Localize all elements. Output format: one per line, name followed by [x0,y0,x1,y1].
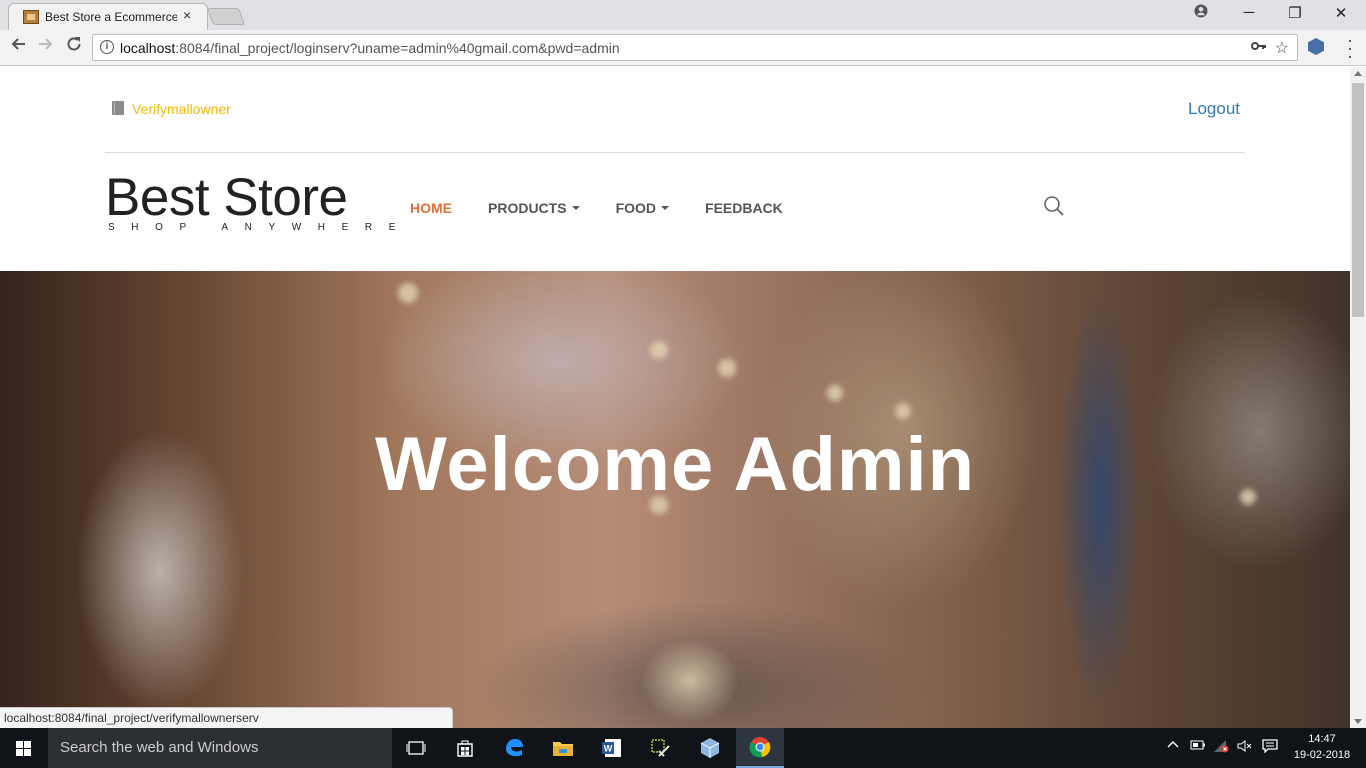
nav-products-label: PRODUCTS [488,200,567,216]
browser-toolbar: i localhost:8084/final_project/loginserv… [0,30,1366,66]
scroll-thumb[interactable] [1352,83,1364,317]
site-favicon-icon [23,10,39,24]
tab-title: Best Store a Ecommerce [45,10,177,24]
browser-tab[interactable]: Best Store a Ecommerce × [8,3,208,30]
link-status-bar: localhost:8084/final_project/verifymallo… [0,707,453,728]
windows-logo-icon [16,749,23,756]
reload-icon[interactable] [62,36,86,57]
action-center-icon[interactable] [1262,739,1278,756]
clock-time: 14:47 [1308,733,1336,745]
virtualbox-icon[interactable] [686,728,734,768]
logout-link[interactable]: Logout [1188,99,1240,119]
taskbar-search-placeholder: Search the web and Windows [60,739,259,756]
nav-home[interactable]: HOME [410,200,452,216]
book-icon [112,101,124,115]
taskbar-search[interactable]: Search the web and Windows [48,728,392,768]
extension-icon[interactable] [1308,38,1324,55]
volume-muted-icon[interactable] [1237,739,1253,756]
menu-kebab-icon[interactable]: · · · [1340,31,1360,65]
tab-close-icon[interactable]: × [183,7,191,23]
close-window-button[interactable]: ✕ [1326,4,1356,22]
word-icon[interactable]: W [588,728,636,768]
hero-banner: Welcome Admin [0,271,1350,728]
windows-logo-icon [16,741,23,748]
battery-icon[interactable] [1190,739,1206,754]
chrome-icon[interactable] [736,728,784,768]
task-view-icon[interactable] [392,728,440,768]
top-bar: Verifymallowner Logout [105,67,1245,153]
tools-app-icon[interactable] [637,728,685,768]
edge-browser-icon[interactable] [490,728,538,768]
nav-feedback[interactable]: FEEDBACK [705,200,783,216]
profile-icon[interactable] [1186,4,1216,22]
caret-down-icon [661,206,670,210]
svg-text:W: W [604,744,613,754]
address-bar[interactable]: i localhost:8084/final_project/loginserv… [92,34,1298,61]
bookmark-star-icon[interactable]: ☆ [1275,38,1289,58]
nav-products[interactable]: PRODUCTS [488,200,580,216]
forward-icon[interactable] [34,36,58,57]
restore-button[interactable]: ❐ [1280,4,1310,22]
page-viewport: Verifymallowner Logout Best Store SHOP A… [0,67,1350,728]
network-icon[interactable] [1213,739,1231,756]
verify-mall-owner-link[interactable]: Verifymallowner [132,101,231,117]
scroll-up-icon[interactable] [1354,71,1362,76]
browser-tab-strip: Best Store a Ecommerce × ─ ❐ ✕ [0,0,1366,30]
minimize-button[interactable]: ─ [1234,4,1264,21]
windows-logo-icon [24,741,31,748]
clock-date: 19-02-2018 [1293,749,1351,761]
nav-food-label: FOOD [615,200,657,216]
page-scrollbar[interactable] [1350,67,1366,728]
key-icon[interactable] [1251,39,1267,55]
site-info-icon[interactable]: i [100,40,114,54]
caret-down-icon [571,206,580,210]
file-explorer-icon[interactable] [539,728,587,768]
store-icon[interactable] [441,728,489,768]
taskbar-clock[interactable]: 14:47 19-02-2018 [1290,731,1354,763]
main-nav: HOME PRODUCTS FOOD FEEDBACK [410,200,819,216]
hero-heading: Welcome Admin [375,422,975,507]
url-text: localhost:8084/final_project/loginserv?u… [120,40,620,56]
nav-home-label: HOME [410,200,452,216]
url-host: localhost [120,40,176,56]
windows-taskbar: Search the web and Windows W 14:47 19-02… [0,728,1366,768]
start-button[interactable] [0,728,48,768]
back-icon[interactable] [6,36,30,57]
brand-name: Best Store [105,168,348,227]
windows-logo-icon [24,749,31,756]
tray-expand-icon[interactable] [1167,739,1179,754]
nav-food[interactable]: FOOD [615,200,670,216]
brand-logo[interactable]: Best Store SHOP ANYWHERE [105,168,412,234]
scroll-down-icon[interactable] [1354,719,1362,724]
nav-feedback-label: FEEDBACK [705,200,783,216]
search-icon[interactable] [1043,195,1065,217]
url-path: :8084/final_project/loginserv?uname=admi… [175,40,620,56]
new-tab-button[interactable] [206,8,246,25]
brand-tagline: SHOP ANYWHERE [108,222,412,233]
